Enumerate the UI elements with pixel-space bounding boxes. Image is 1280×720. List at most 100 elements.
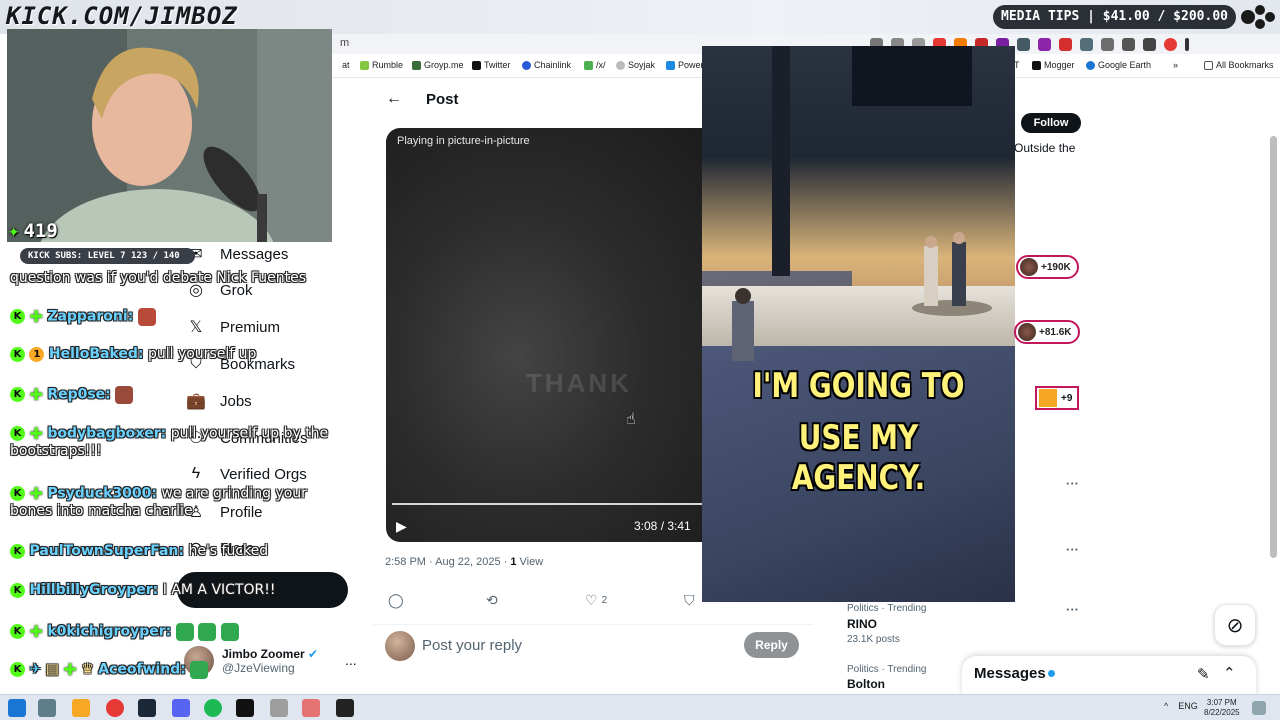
account-more-icon[interactable]: ... — [345, 652, 357, 668]
expand-icon[interactable]: ⌃ — [1223, 664, 1236, 682]
more-icon[interactable]: ··· — [1066, 542, 1079, 557]
follower-pill[interactable]: +81.6K — [1014, 320, 1080, 344]
nav-item-messages[interactable]: ✉ Messages — [186, 244, 288, 264]
reply-button[interactable]: Reply — [744, 632, 799, 658]
media-tips-badge: MEDIA TIPS | $41.00 / $200.00 — [993, 5, 1236, 29]
more-icon[interactable]: ··· — [1066, 602, 1079, 617]
messages-title: Messages — [974, 665, 1046, 682]
bookmark[interactable]: Soyjak — [616, 60, 655, 70]
sub-badge-icon: ✚ — [29, 424, 43, 443]
emote-icon — [190, 660, 209, 679]
clock[interactable]: 3:07 PM 8/22/2025 — [1204, 698, 1240, 718]
avatar — [1039, 389, 1057, 407]
chevron-right-icon[interactable]: » — [1173, 60, 1178, 70]
task-view-icon[interactable] — [38, 699, 56, 717]
emote-icon — [137, 307, 156, 326]
verified-icon: ✔ — [308, 647, 319, 661]
kick-logo-icon — [1241, 5, 1275, 29]
bookmark[interactable]: Chainlink — [522, 60, 571, 70]
chat-message: question was if you'd debate Nick Fuente… — [10, 270, 307, 286]
messages-drawer[interactable]: Messages ✎ ⌃ — [962, 656, 1256, 696]
app-icon[interactable] — [302, 699, 320, 717]
reply-icon[interactable]: ◯ — [388, 592, 404, 609]
pip-scene — [732, 46, 992, 361]
more-icon[interactable]: ··· — [1066, 476, 1079, 491]
nav-item-jobs[interactable]: 💼 Jobs — [186, 391, 252, 411]
discord-icon[interactable] — [172, 699, 190, 717]
bookmark[interactable]: Power — [666, 60, 704, 70]
scrollbar[interactable] — [1270, 136, 1277, 558]
like-button[interactable]: ♡ 2 — [585, 592, 607, 609]
start-icon[interactable] — [8, 699, 26, 717]
bookmark[interactable]: Rumble — [360, 60, 403, 70]
obs-icon[interactable] — [336, 699, 354, 717]
kick-badge-icon: K — [10, 346, 25, 362]
repost-icon[interactable]: ⟲ — [486, 592, 498, 609]
streamer-photo — [7, 29, 332, 242]
grok-fab-icon[interactable]: ⊘ — [1214, 604, 1256, 646]
pip-status-label: Playing in picture-in-picture — [397, 135, 530, 147]
bookmark[interactable]: Twitter — [472, 60, 511, 70]
sword-badge-icon: ✈ — [29, 661, 42, 678]
google-earth-icon — [1086, 60, 1095, 70]
reply-input[interactable]: Post your reply — [422, 637, 522, 654]
trend-category: Politics · Trending — [847, 664, 927, 675]
hand-cursor-icon: ☝ — [626, 411, 636, 428]
video-seek-bar[interactable] — [392, 503, 710, 505]
bookmark[interactable]: All Bookmarks — [1204, 60, 1274, 70]
kebab-menu-icon[interactable] — [1185, 37, 1189, 51]
follower-pill[interactable]: +9 — [1035, 386, 1079, 410]
spotify-icon[interactable] — [204, 699, 222, 717]
follower-pill[interactable]: +190K — [1016, 255, 1079, 279]
compose-icon[interactable]: ✎ — [1197, 665, 1210, 683]
rumble-icon — [360, 60, 369, 70]
extension-icon[interactable] — [1017, 37, 1030, 51]
nav-item-premium[interactable]: 𝕏 Premium — [186, 317, 280, 337]
trend-name[interactable]: RINO — [847, 617, 877, 631]
terminal-icon[interactable] — [236, 699, 254, 717]
follow-button[interactable]: Follow — [1021, 113, 1081, 133]
soyjak-icon — [616, 60, 625, 70]
app-icon[interactable] — [270, 699, 288, 717]
extension-icon[interactable] — [1038, 37, 1051, 51]
back-arrow-icon[interactable]: ← — [386, 90, 402, 108]
chrome-icon[interactable] — [106, 699, 124, 717]
lightning-icon: ϟ — [191, 465, 201, 482]
avatar — [1018, 323, 1036, 341]
steam-icon[interactable] — [138, 699, 156, 717]
bookmark[interactable]: Google Earth — [1086, 60, 1151, 70]
trend-name[interactable]: Bolton — [847, 677, 885, 691]
avatar-icon[interactable] — [1164, 37, 1177, 51]
viewer-count: ✦ 419 — [8, 220, 58, 242]
bookmark[interactable]: Mogger — [1032, 60, 1075, 70]
chevron-up-icon: ^ — [1164, 701, 1169, 711]
chat-message: K ✈ ▤ ✚ ♛ Aceofwind: — [10, 660, 209, 679]
kick-badge-icon: K — [10, 426, 25, 441]
briefcase-icon: 💼 — [186, 393, 206, 410]
extension-icon[interactable] — [1080, 37, 1093, 51]
downloads-icon[interactable] — [1143, 37, 1156, 51]
sidepanel-icon[interactable] — [1122, 37, 1135, 51]
file-explorer-icon[interactable] — [72, 699, 90, 717]
video-frame-text: THANK — [526, 368, 632, 398]
nav-item-verified-orgs[interactable]: ϟ Verified Orgs — [186, 464, 307, 484]
extension-icon[interactable] — [1059, 37, 1072, 51]
bookmark-icon[interactable]: ⛉ — [684, 592, 695, 609]
video-player[interactable]: Playing in picture-in-picture THANK ▶ 3:… — [386, 128, 716, 542]
mogger-icon — [1032, 60, 1041, 70]
bookmark[interactable]: Groyp.me — [412, 60, 464, 70]
kick-badge-icon: K — [10, 486, 25, 501]
notification-icon[interactable] — [1252, 701, 1266, 715]
play-icon[interactable]: ▶ — [396, 518, 407, 535]
kick-badge-icon: K — [10, 624, 25, 639]
puzzle-icon[interactable] — [1101, 37, 1114, 51]
kick-badge-icon: K — [10, 543, 25, 559]
heart-icon: ♡ — [585, 592, 598, 608]
bookmark[interactable]: /x/ — [584, 60, 606, 70]
profile-bio-text: Outside the — [1014, 141, 1076, 155]
x-icon — [472, 60, 481, 70]
taskbar: ^ ENG 3:07 PM 8/22/2025 — [0, 694, 1280, 720]
bookmark[interactable]: at — [342, 60, 350, 70]
chat-message: K PaulTownSuperFan: he's fucked — [10, 543, 268, 559]
pip-window[interactable]: I'M GOING TO USE MY AGENCY. — [702, 46, 1015, 602]
